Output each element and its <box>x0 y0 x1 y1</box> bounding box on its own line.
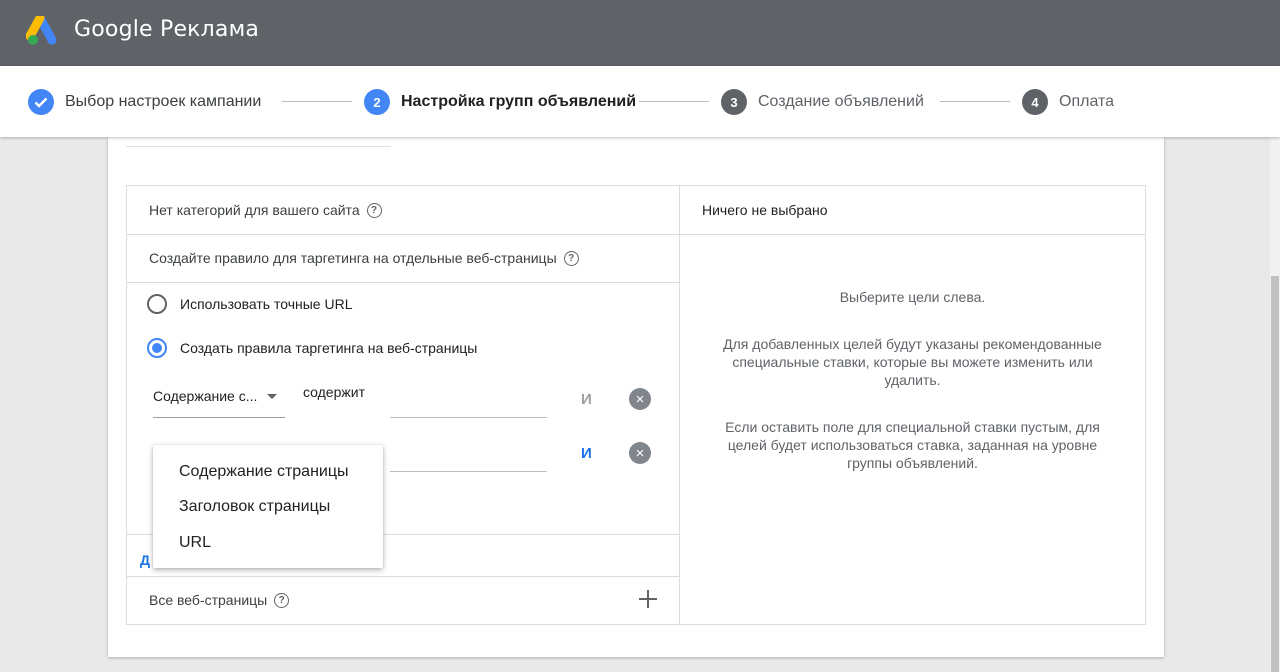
all-pages-row[interactable]: Все веб-страницы ? <box>149 592 290 608</box>
step-label: Настройка групп объявлений <box>401 93 637 110</box>
dropdown-value: Содержание с... <box>153 387 258 404</box>
add-icon[interactable] <box>639 590 657 608</box>
step-ad-groups[interactable]: 2 Настройка групп объявлений <box>364 88 636 116</box>
help-icon[interactable]: ? <box>274 592 290 608</box>
step-payment[interactable]: 4 Оплата <box>1022 88 1114 116</box>
step-number: 4 <box>1022 89 1048 115</box>
menu-item-url[interactable]: URL <box>153 525 383 561</box>
step-number: 2 <box>364 89 390 115</box>
and-button[interactable]: И <box>581 445 592 462</box>
hint-text: Выберите цели слева. <box>839 289 986 305</box>
step-label: Оплата <box>1059 93 1115 110</box>
step-connector <box>639 101 709 102</box>
hint-text: Если оставить поле для специальной ставк… <box>725 419 1100 471</box>
divider <box>126 146 391 147</box>
brand-title: Google Реклама <box>74 17 260 42</box>
radio-targeting-rules[interactable]: Создать правила таргетинга на веб-страни… <box>147 338 477 358</box>
hint-text: Для добавленных целей будут указаны реко… <box>723 336 1102 388</box>
clear-icon[interactable]: × <box>629 442 651 464</box>
targeting-card: Нет категорий для вашего сайта ? Создайт… <box>108 137 1164 657</box>
radio-exact-url[interactable]: Использовать точные URL <box>147 294 353 314</box>
rule-field-dropdown[interactable]: Содержание с... <box>153 374 285 418</box>
step-label: Создание объявлений <box>758 93 924 110</box>
selected-header: Ничего не выбрано <box>702 202 828 218</box>
radio-button[interactable] <box>147 338 167 358</box>
selected-targets-panel: Ничего не выбрано Выберите цели слева. Д… <box>679 185 1146 625</box>
divider <box>680 234 1145 235</box>
step-connector <box>282 101 352 102</box>
rule-header-text: Создайте правило для таргетинга на отдел… <box>149 250 557 266</box>
check-icon <box>28 89 54 115</box>
rule-header-row: Создайте правило для таргетинга на отдел… <box>149 250 579 266</box>
all-pages-text: Все веб-страницы <box>149 592 268 608</box>
help-icon[interactable]: ? <box>366 202 382 218</box>
and-button[interactable]: И <box>581 391 592 408</box>
rule-field-menu: Содержание страницы Заголовок страницы U… <box>153 445 383 568</box>
help-icon[interactable]: ? <box>563 250 579 266</box>
categories-row: Нет категорий для вашего сайта ? <box>149 202 382 218</box>
step-label: Выбор настроек кампании <box>65 93 262 110</box>
google-ads-logo-icon <box>26 16 57 45</box>
step-campaign-settings[interactable]: Выбор настроек кампании <box>28 88 261 116</box>
menu-item-page-content[interactable]: Содержание страницы <box>153 454 383 490</box>
step-connector <box>940 101 1010 102</box>
menu-item-page-title[interactable]: Заголовок страницы <box>153 490 383 526</box>
divider <box>127 282 680 283</box>
top-bar: Google Реклама <box>0 0 1280 66</box>
step-number: 3 <box>721 89 747 115</box>
dropdown-arrow-icon <box>267 394 277 399</box>
clear-icon[interactable]: × <box>629 388 651 410</box>
scrollbar-thumb[interactable] <box>1271 276 1279 672</box>
radio-label: Использовать точные URL <box>180 296 353 312</box>
rule-value-input[interactable] <box>390 374 547 418</box>
rule-value-input-2[interactable] <box>390 428 547 472</box>
divider <box>127 234 680 235</box>
radio-button[interactable] <box>147 294 167 314</box>
divider <box>127 576 680 577</box>
categories-text: Нет категорий для вашего сайта <box>149 202 360 218</box>
radio-label: Создать правила таргетинга на веб-страни… <box>180 340 478 356</box>
add-rule-link[interactable]: Д <box>140 552 150 568</box>
step-create-ads[interactable]: 3 Создание объявлений <box>721 88 924 116</box>
rule-operator[interactable]: содержит <box>303 384 365 400</box>
